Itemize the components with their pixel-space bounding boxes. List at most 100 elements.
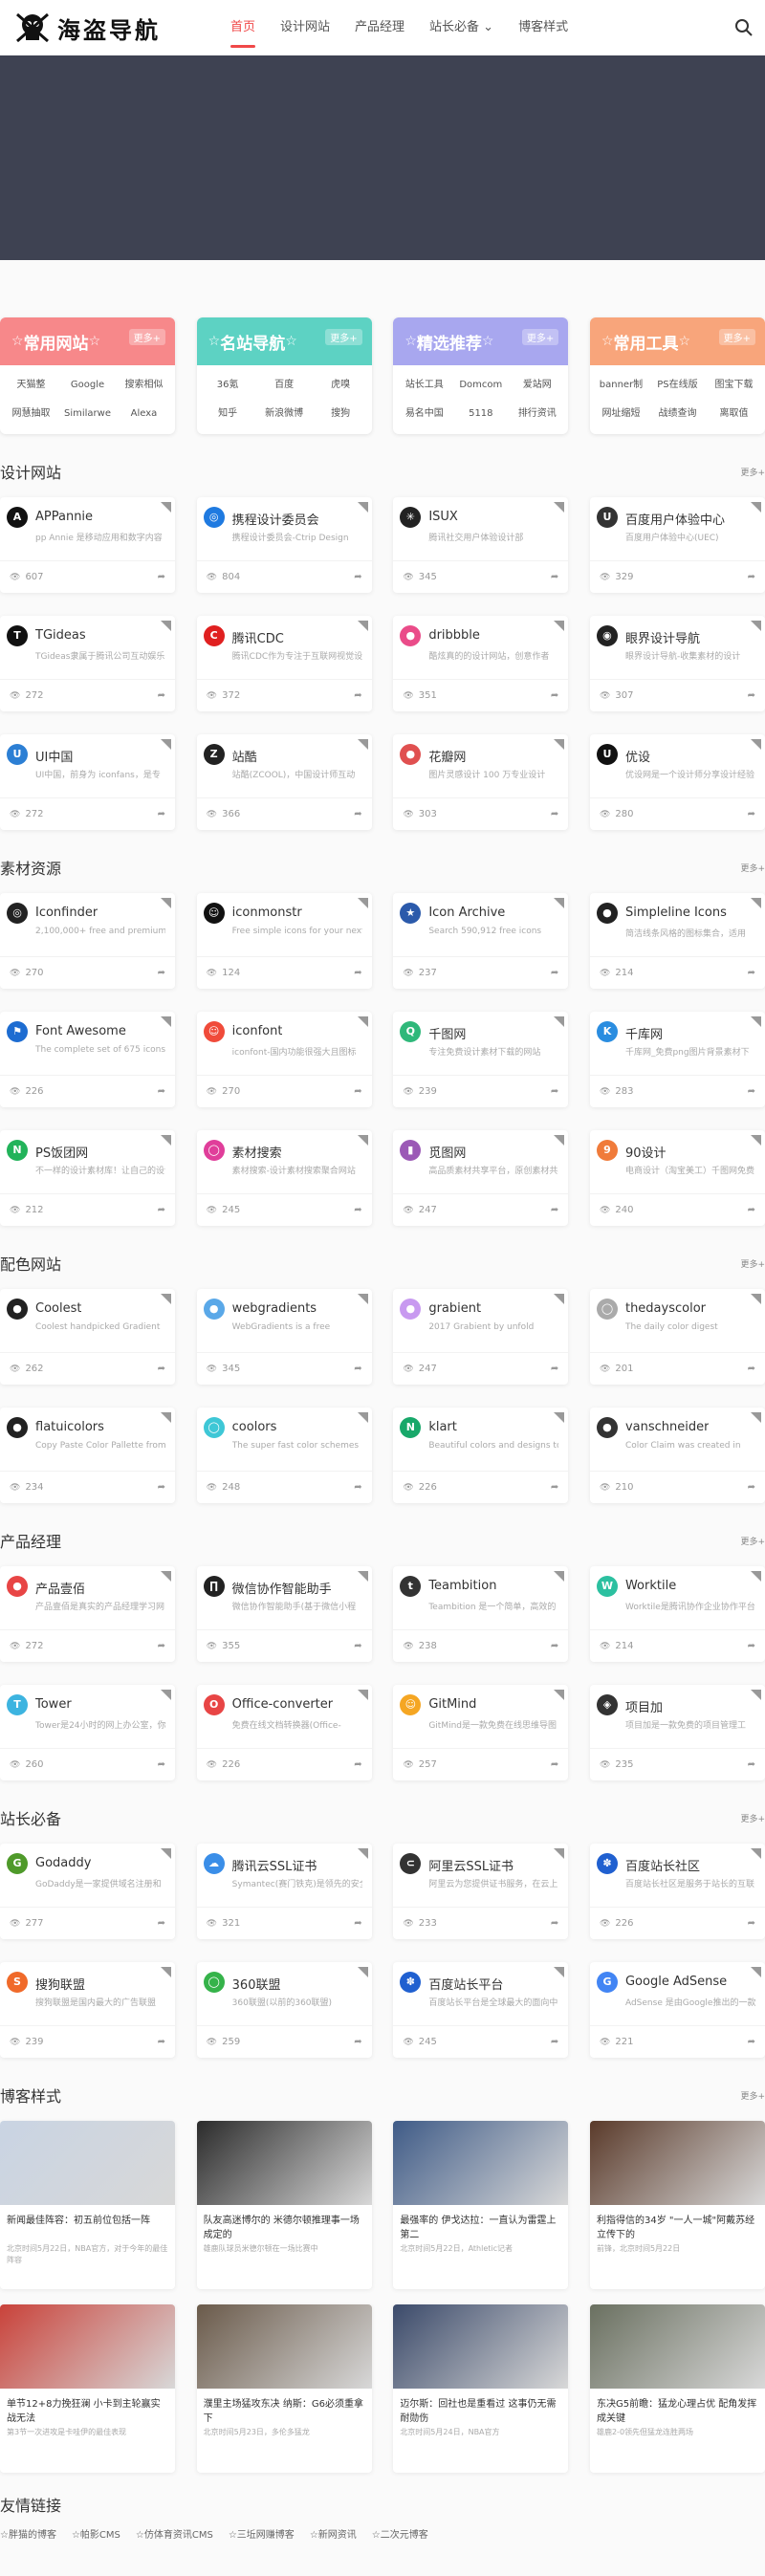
site-card[interactable]: S 搜狗联盟 搜狗联盟是国内最大的广告联盟 👁 239 ➦ — [0, 1962, 175, 2058]
category-link[interactable]: Domcom — [452, 371, 509, 400]
site-name[interactable]: TGideas — [35, 628, 86, 643]
site-name[interactable]: 百度站长平台 — [428, 1975, 503, 1993]
post-title[interactable]: 东决G5前瞻：猛龙心理占优 配角发挥成关键 — [590, 2389, 765, 2427]
site-card[interactable]: Nklart Beautiful colors and designs to 👁 22… — [393, 1408, 569, 1503]
site-name[interactable]: Icon Archive — [428, 906, 505, 920]
category-link[interactable]: Similarwe — [59, 400, 116, 428]
category-link[interactable]: 虎嗅 — [313, 371, 369, 400]
site-card[interactable]: ◯ 素材搜索 素材搜索-设计素材搜索聚合网站 👁 245 ➦ — [196, 1130, 372, 1226]
share-icon[interactable]: ➦ — [354, 968, 361, 978]
site-name[interactable]: 素材搜索 — [232, 1143, 282, 1161]
site-card[interactable]: T TGideas TGideas隶属于腾讯公司互动娱乐 👁 272 ➦ — [0, 616, 175, 711]
site-card[interactable]: ◈ 项目加 项目加是一款免费的项目管理工 👁 235 ➦ — [589, 1685, 765, 1780]
post-title[interactable]: 单节12+8力挽狂澜 小卡到主轮赢实战无法 — [0, 2389, 175, 2427]
share-icon[interactable]: ➦ — [748, 1641, 755, 1651]
site-card[interactable]: ✽ 百度站长平台 百度站长平台是全球最大的面向中 👁 245 ➦ — [393, 1962, 569, 2058]
site-card[interactable]: K 千库网 千库网_免费png图片背景素材下 👁 283 ➦ — [589, 1012, 765, 1107]
nav-item[interactable]: 产品经理 — [342, 0, 417, 55]
site-name[interactable]: 产品壹佰 — [35, 1579, 85, 1597]
site-name[interactable]: dribbble — [428, 628, 480, 643]
post-title[interactable]: 队友高迷博尔的 米德尔顿推理事一场成定的 — [197, 2205, 372, 2243]
share-icon[interactable]: ➦ — [551, 1086, 558, 1097]
post-image[interactable] — [196, 2304, 372, 2389]
site-name[interactable]: Google AdSense — [625, 1975, 727, 1989]
post-title[interactable]: 濮里主场猛攻东决 纳斯：G6必须重拿下 — [197, 2389, 372, 2427]
post-title[interactable]: 最强率的 伊戈达拉：一直认为雷霆上第二 — [393, 2205, 568, 2243]
more-link[interactable]: 更多+ — [128, 329, 165, 345]
site-name[interactable]: APPannie — [35, 510, 93, 524]
more-link[interactable]: 更多+ — [521, 329, 559, 345]
site-name[interactable]: 微信协作智能助手 — [232, 1579, 332, 1597]
share-icon[interactable]: ➦ — [354, 809, 361, 819]
site-name[interactable]: webgradients — [232, 1301, 317, 1316]
site-name[interactable]: 腾讯云SSL证书 — [232, 1856, 317, 1874]
post-image[interactable] — [393, 2121, 569, 2205]
category-link[interactable]: 排行资讯 — [509, 400, 565, 428]
site-card[interactable]: t Teambition Teambition 是一个简单，高效的 👁 238 ➦ — [393, 1566, 569, 1662]
site-name[interactable]: Iconfinder — [35, 906, 98, 920]
site-card[interactable]: ● vanschneider Color Claim was created in 👁… — [589, 1408, 765, 1503]
nav-item[interactable]: 站长必备 ⌄ — [417, 0, 506, 55]
site-name[interactable]: 眼界设计导航 — [625, 628, 700, 646]
share-icon[interactable]: ➦ — [158, 690, 165, 701]
site-card[interactable]: ✳ ISUX 腾讯社交用户体验设计部 👁 345 ➦ — [393, 497, 569, 593]
site-name[interactable]: 百度用户体验中心 — [625, 510, 725, 528]
site-card[interactable]: ● Coolest Coolest handpicked Gradient 👁 262 ➦ — [0, 1289, 175, 1385]
site-name[interactable]: grabient — [428, 1301, 481, 1316]
post-image[interactable] — [589, 2304, 765, 2389]
more-link[interactable]: 更多+ — [740, 1257, 765, 1270]
site-name[interactable]: 腾讯CDC — [232, 628, 284, 646]
site-card[interactable]: ◎ Iconfinder 2,100,000+ free and premium 👁 2… — [0, 893, 175, 989]
category-link[interactable]: 天猫整 — [3, 371, 59, 400]
post-title[interactable]: 迈尔斯：回社也是重看过 这事仍无需耐勋伤 — [393, 2389, 568, 2427]
site-card[interactable]: ◯ thedayscolor The daily color digest 👁 201 ➦ — [589, 1289, 765, 1385]
share-icon[interactable]: ➦ — [158, 1205, 165, 1215]
post-image[interactable] — [589, 2121, 765, 2205]
post-image[interactable] — [393, 2304, 569, 2389]
share-icon[interactable]: ➦ — [354, 1364, 361, 1374]
site-name[interactable]: 花瓣网 — [428, 747, 466, 765]
category-link[interactable]: 百度 — [256, 371, 313, 400]
site-card[interactable]: ◉ 眼界设计导航 眼界设计导航-收集素材的设计 👁 307 ➦ — [589, 616, 765, 711]
site-card[interactable]: Z 站酷 站酷(ZCOOL)，中国设计师互动 👁 366 ➦ — [196, 734, 372, 830]
share-icon[interactable]: ➦ — [354, 572, 361, 582]
site-card[interactable]: ◯ 360联盟 360联盟(以前的360联盟) 👁 259 ➦ — [196, 1962, 372, 2058]
share-icon[interactable]: ➦ — [551, 2037, 558, 2047]
site-name[interactable]: 站酷 — [232, 747, 257, 765]
site-card[interactable]: O Office-converter 免费在线文档转换器(Office- 👁 226 ➦ — [196, 1685, 372, 1780]
more-link[interactable]: 更多+ — [718, 329, 755, 345]
share-icon[interactable]: ➦ — [158, 1918, 165, 1929]
category-link[interactable]: 网慧抽取 — [3, 400, 59, 428]
site-card[interactable]: G Godaddy GoDaddy是一家提供域名注册和 👁 277 ➦ — [0, 1844, 175, 1939]
site-card[interactable]: ∏ 微信协作智能助手 微信协作智能助手(基于微信小程 👁 355 ➦ — [196, 1566, 372, 1662]
site-name[interactable]: 千库网 — [625, 1024, 663, 1042]
site-name[interactable]: Worktile — [625, 1579, 676, 1593]
site-name[interactable]: 项目加 — [625, 1697, 663, 1715]
share-icon[interactable]: ➦ — [158, 1482, 165, 1493]
site-card[interactable]: Q 千图网 专注免费设计素材下载的网站 👁 239 ➦ — [393, 1012, 569, 1107]
site-name[interactable]: 优设 — [625, 747, 650, 765]
share-icon[interactable]: ➦ — [354, 1205, 361, 1215]
more-link[interactable]: 更多+ — [740, 1812, 765, 1824]
post-title[interactable]: 利指得信的34岁 "一人一城"阿戴苏经立传下的 — [590, 2205, 765, 2243]
nav-item[interactable]: 首页 — [218, 0, 268, 55]
blog-post[interactable]: 队友高迷博尔的 米德尔顿推理事一场成定的 雄鹿队球员米德尔顿在一场比赛中 — [196, 2121, 372, 2289]
category-link[interactable]: PS在线版 — [649, 371, 706, 400]
site-name[interactable]: Simpleline Icons — [625, 906, 727, 920]
friend-link[interactable]: ☆三坵网赚博客 — [229, 2526, 295, 2541]
share-icon[interactable]: ➦ — [748, 968, 755, 978]
site-name[interactable]: Coolest — [35, 1301, 81, 1316]
share-icon[interactable]: ➦ — [748, 2037, 755, 2047]
blog-post[interactable]: 新闻最佳阵容：初五前位包括一阵 北京时间5月22日，NBA官方，对于今年的最佳阵容 — [0, 2121, 175, 2289]
share-icon[interactable]: ➦ — [748, 1759, 755, 1770]
more-link[interactable]: 更多+ — [740, 862, 765, 874]
site-card[interactable]: ● Simpleline Icons 简洁线条风格的图标集合，适用 👁 214 ➦ — [589, 893, 765, 989]
site-card[interactable]: ● webgradients WebGradients is a free 👁 345 ➦ — [196, 1289, 372, 1385]
site-name[interactable]: 觅图网 — [428, 1143, 466, 1161]
share-icon[interactable]: ➦ — [158, 809, 165, 819]
share-icon[interactable]: ➦ — [551, 1364, 558, 1374]
site-card[interactable]: ☺ GitMind GitMind是一款免费在线思维导图 👁 257 ➦ — [393, 1685, 569, 1780]
category-link[interactable]: 知乎 — [200, 400, 256, 428]
site-card[interactable]: G Google AdSense AdSense 是由Google推出的一款 👁 221… — [589, 1962, 765, 2058]
site-name[interactable]: 携程设计委员会 — [232, 510, 319, 528]
